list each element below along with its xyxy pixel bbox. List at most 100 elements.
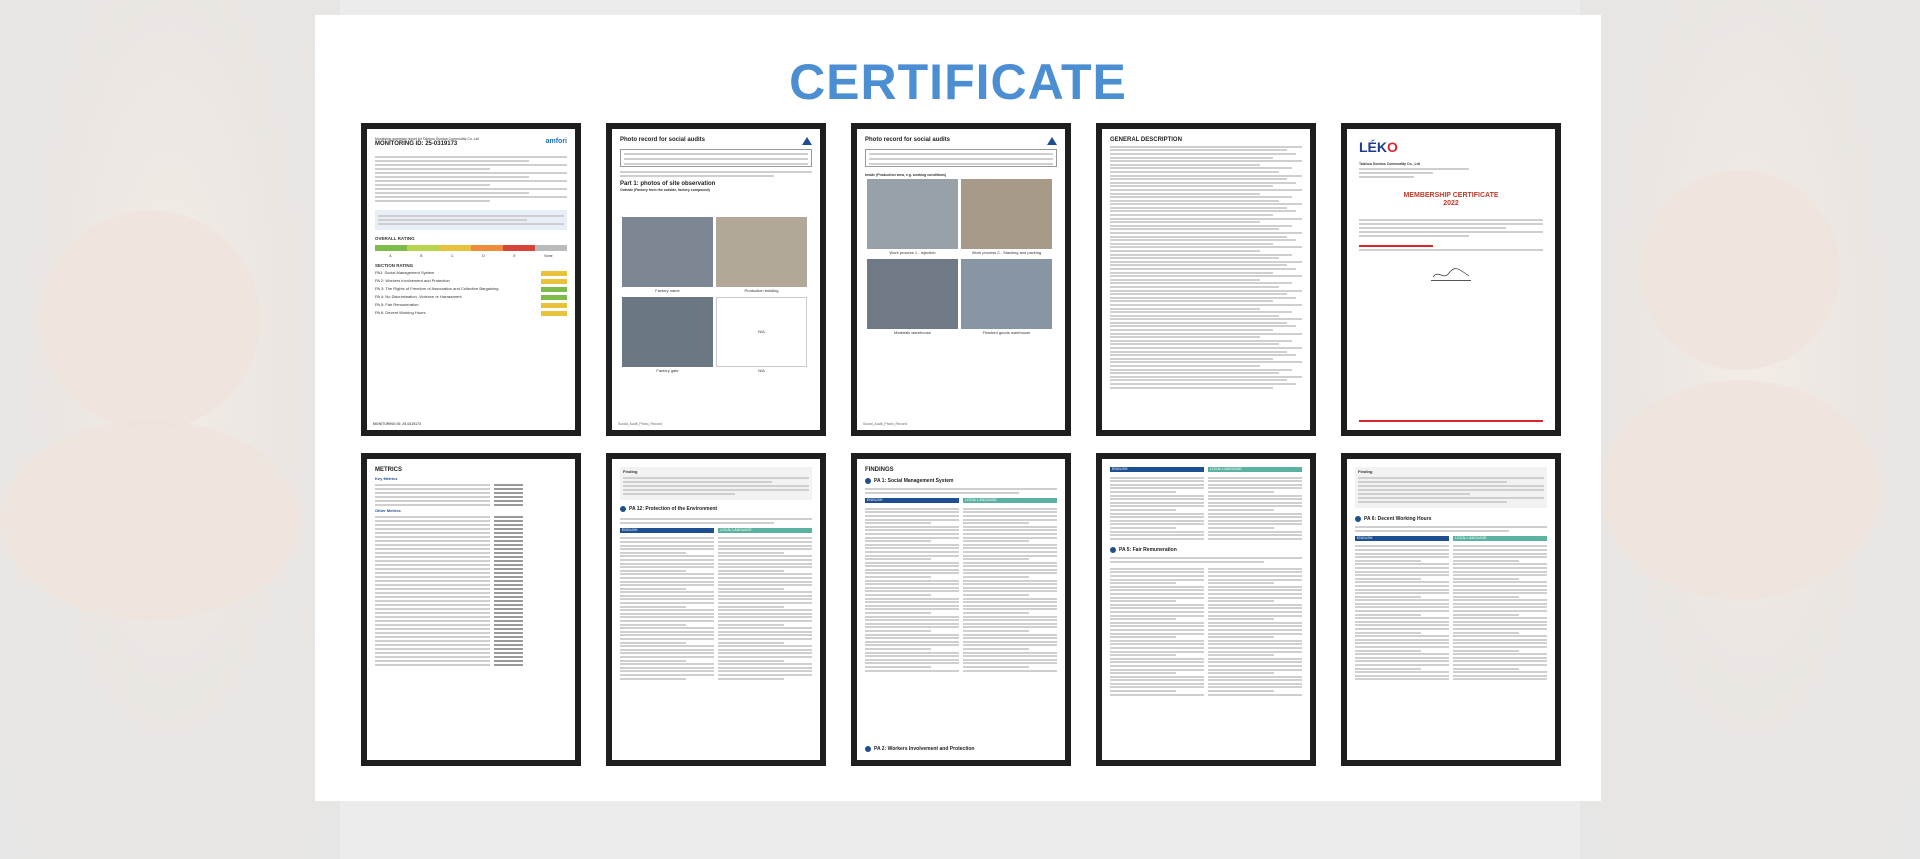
metric-row: [375, 619, 567, 622]
metric-row: [375, 483, 567, 486]
text-line: [1110, 264, 1287, 267]
section-bullet-icon: [1110, 547, 1116, 554]
doc-footer: Social_Audit_Photo_Record: [618, 421, 662, 426]
text-line: [1110, 260, 1302, 263]
section-bullet-icon: [620, 505, 626, 512]
warehouse-photo: [867, 259, 958, 329]
text-line: [1110, 307, 1260, 310]
text-line: [1110, 339, 1293, 342]
text-line: [1110, 321, 1287, 324]
text-line: [1110, 296, 1297, 299]
section-item: PA 5: Fair Remuneration: [375, 302, 419, 308]
metric-row: [375, 635, 567, 638]
text-line: [1110, 149, 1287, 152]
certificate-thumbnail-monitoring-summary[interactable]: Monitoring summary report for Taizhou So…: [361, 123, 581, 436]
text-line: [1110, 188, 1302, 191]
text-column: [620, 536, 714, 681]
text-line: [1110, 372, 1279, 375]
triangle-logo-icon: [1047, 137, 1057, 145]
work-process-photo: [961, 179, 1052, 249]
background-left: [0, 0, 340, 859]
metric-row: [375, 519, 567, 522]
text-line: [1110, 156, 1274, 159]
certificate-thumbnail-findings-remuneration[interactable]: ENGLISH LOCAL LANGUAGE PA 5: Fair Remune…: [1096, 453, 1316, 766]
certificate-thumbnail-photo-record-inside[interactable]: Photo record for social audits Inside (P…: [851, 123, 1071, 436]
text-line: [1110, 375, 1302, 378]
text-line: [1110, 382, 1297, 385]
metric-row: [375, 563, 567, 566]
text-line: [1110, 271, 1274, 274]
text-line: [1110, 314, 1279, 317]
doc-heading: GENERAL DESCRIPTION: [1110, 137, 1182, 143]
doc-heading: Photo record for social audits: [865, 137, 951, 144]
text-line: [1110, 285, 1279, 288]
factory-name-photo: [622, 217, 713, 287]
certificate-thumbnail-findings-environment[interactable]: Finding PA 12: Protection of the Environ…: [606, 453, 826, 766]
text-line: [1110, 347, 1302, 350]
metric-row: [375, 627, 567, 630]
text-line: [1110, 303, 1302, 306]
metric-row: [375, 571, 567, 574]
certificate-thumbnail-membership[interactable]: LÉKO Taizhou Sondus Commodity Co., Ltd M…: [1341, 123, 1561, 436]
text-line: [1110, 332, 1302, 335]
metric-row: [375, 595, 567, 598]
text-line: [1110, 300, 1274, 303]
metric-row: [375, 575, 567, 578]
text-line: [1110, 325, 1297, 328]
metric-row: [375, 611, 567, 614]
section-item: PA 4: No Discrimination, Violence or Har…: [375, 294, 462, 300]
metric-row: [375, 551, 567, 554]
text-line: [1110, 214, 1274, 217]
subheading: Key Metrics: [375, 476, 398, 482]
metric-row: [375, 535, 567, 538]
section-item: PA 2: Workers Involvement and Protection: [375, 278, 450, 284]
text-line: [1110, 250, 1260, 252]
text-line: [1110, 368, 1293, 371]
membership-year: 2022: [1443, 200, 1459, 208]
text-line: [1110, 170, 1279, 173]
text-line: [1110, 318, 1302, 321]
metric-row: [375, 651, 567, 654]
certificate-thumbnail-general-description[interactable]: GENERAL DESCRIPTION: [1096, 123, 1316, 436]
text-line: [1110, 167, 1293, 170]
production-building-photo: [716, 217, 807, 287]
text-line: [1110, 246, 1302, 249]
certificate-thumbnail-findings[interactable]: FINDINGS PA 1: Social Management System …: [851, 453, 1071, 766]
certificate-thumbnail-metrics[interactable]: METRICS Key Metrics Other Metrics: [361, 453, 581, 766]
metric-row: [375, 583, 567, 586]
metric-row: [375, 523, 567, 526]
metric-row: [375, 615, 567, 618]
text-line: [1110, 174, 1302, 177]
text-line: [1110, 221, 1260, 224]
content-panel: CERTIFICATE Monitoring summary report fo…: [315, 15, 1601, 801]
metric-row: [375, 547, 567, 550]
metric-row: [375, 567, 567, 570]
text-line: [1110, 196, 1293, 199]
text-line: [1110, 239, 1297, 242]
metric-row: [375, 515, 567, 518]
text-line: [1110, 210, 1297, 213]
metric-row: [375, 495, 567, 498]
text-line: [1110, 232, 1302, 235]
certificate-thumbnail-photo-record-outside[interactable]: Photo record for social audits Part 1: p…: [606, 123, 826, 436]
section-rating-label: SECTION RATING: [375, 262, 414, 268]
text-line: [1110, 206, 1287, 209]
text-line: [1110, 293, 1287, 296]
metric-row: [375, 555, 567, 558]
part-heading: Part 1: photos of site observation: [620, 181, 716, 187]
text-line: [1110, 386, 1274, 389]
text-column: [1110, 475, 1204, 541]
background-right: [1580, 0, 1920, 859]
section-bullet-icon: [865, 746, 871, 752]
doc-footer: MONITORING ID: 25-0319173: [373, 421, 421, 426]
work-process-photo: [867, 179, 958, 249]
text-line: [1110, 365, 1260, 367]
text-line: [1110, 199, 1279, 202]
text-line: [1110, 185, 1274, 188]
text-line: [1110, 350, 1287, 353]
text-line: [1110, 379, 1287, 382]
text-line: [1110, 228, 1279, 231]
metric-row: [375, 603, 567, 606]
certificate-thumbnail-findings-working-hours[interactable]: Finding PA 6: Decent Working Hours ENGLI…: [1341, 453, 1561, 766]
doc-heading: Photo record for social audits: [620, 137, 706, 144]
